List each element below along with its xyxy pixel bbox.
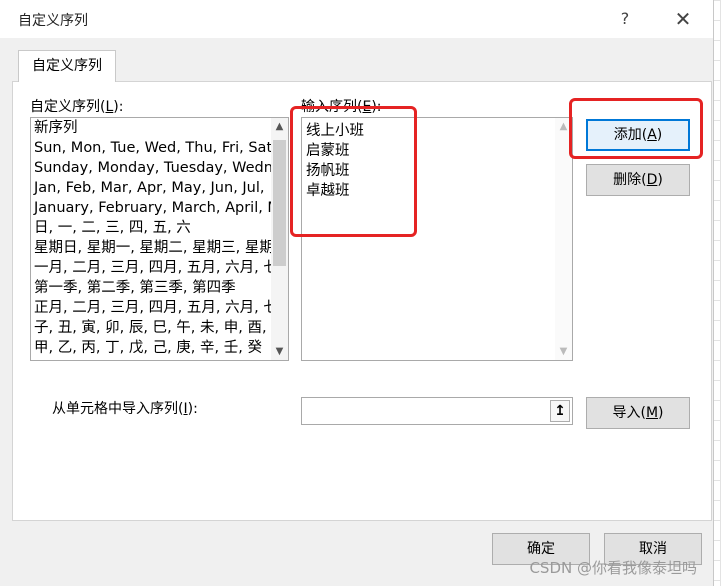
custom-lists-label: 自定义序列(L):: [30, 99, 124, 115]
import-range-label: 从单元格中导入序列(I):: [52, 401, 198, 417]
list-item[interactable]: 甲, 乙, 丙, 丁, 戊, 己, 庚, 辛, 壬, 癸: [31, 338, 272, 358]
list-item[interactable]: January, February, March, April, May: [31, 198, 272, 218]
list-item[interactable]: Jan, Feb, Mar, Apr, May, Jun, Jul,: [31, 178, 272, 198]
title-bar: 自定义序列 ? ✕: [0, 0, 713, 38]
import-range-input[interactable]: ↥: [301, 397, 573, 425]
collapse-dialog-icon[interactable]: ↥: [550, 400, 570, 422]
list-item[interactable]: 一月, 二月, 三月, 四月, 五月, 六月, 七月: [31, 258, 272, 278]
annotation-highlight-entries: [290, 106, 417, 237]
custom-lists-items: 新序列 Sun, Mon, Tue, Wed, Thu, Fri, Sat Sund…: [31, 118, 272, 360]
help-icon[interactable]: ?: [614, 8, 636, 30]
list-item[interactable]: 星期日, 星期一, 星期二, 星期三, 星期四: [31, 238, 272, 258]
scroll-down-icon[interactable]: ▼: [555, 343, 572, 360]
list-item[interactable]: 正月, 二月, 三月, 四月, 五月, 六月, 七月: [31, 298, 272, 318]
list-item[interactable]: Sunday, Monday, Tuesday, Wednesday: [31, 158, 272, 178]
scroll-down-icon[interactable]: ▼: [271, 343, 288, 360]
list-item[interactable]: Sun, Mon, Tue, Wed, Thu, Fri, Sat: [31, 138, 272, 158]
tab-custom-lists[interactable]: 自定义序列: [18, 50, 116, 82]
list-item[interactable]: 子, 丑, 寅, 卯, 辰, 巳, 午, 未, 申, 酉, 戌: [31, 318, 272, 338]
list-item[interactable]: 新序列: [31, 118, 272, 138]
import-button[interactable]: 导入(M): [586, 397, 690, 429]
close-icon[interactable]: ✕: [670, 6, 696, 32]
custom-lists-scrollbar[interactable]: ▲ ▼: [271, 118, 288, 360]
list-item[interactable]: 日, 一, 二, 三, 四, 五, 六: [31, 218, 272, 238]
delete-button[interactable]: 删除(D): [586, 164, 690, 196]
scroll-thumb[interactable]: [273, 140, 286, 266]
custom-lists-listbox[interactable]: 新序列 Sun, Mon, Tue, Wed, Thu, Fri, Sat Sund…: [30, 117, 289, 361]
dialog-title: 自定义序列: [18, 13, 88, 29]
annotation-highlight-add: [569, 98, 703, 159]
custom-lists-dialog: 自定义序列 ? ✕ 自定义序列 自定义序列(L): 新序列 Sun, Mon, T…: [0, 0, 714, 586]
watermark: CSDN @你看我像泰坦吗: [529, 559, 697, 577]
scroll-up-icon[interactable]: ▲: [271, 118, 288, 135]
list-item[interactable]: 第一季, 第二季, 第三季, 第四季: [31, 278, 272, 298]
